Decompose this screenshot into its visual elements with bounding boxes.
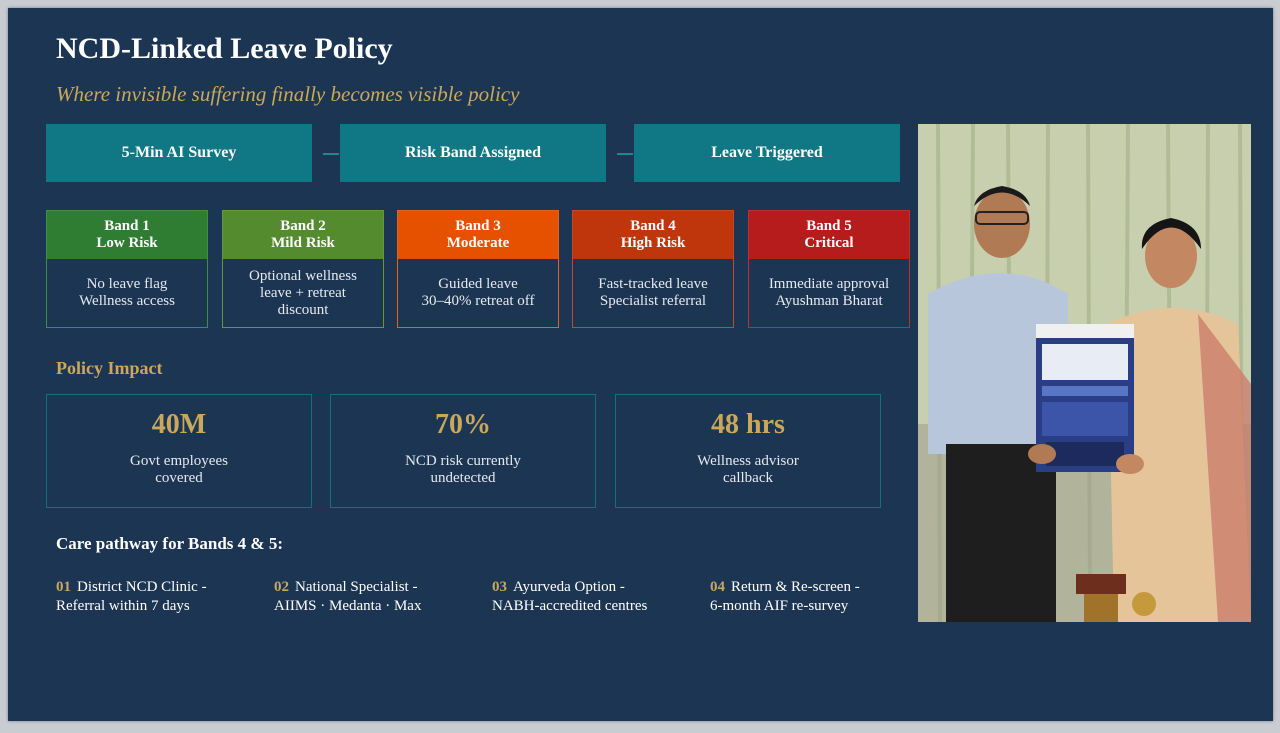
band-card-2: Band 2 Mild Risk Optional wellness leave… xyxy=(222,210,384,328)
care-pathway-heading: Care pathway for Bands 4 & 5: xyxy=(56,534,283,553)
band-description: Immediate approval Ayushman Bharat xyxy=(768,276,890,309)
flow-step-survey: 5-Min AI Survey xyxy=(46,124,312,182)
band-header: Band 5 Critical xyxy=(749,211,909,259)
band-level: Critical xyxy=(804,235,854,251)
stat-card-callback: 48 hrs Wellness advisor callback xyxy=(615,394,881,508)
band-title: Band 3 xyxy=(455,218,501,234)
band-header: Band 4 High Risk xyxy=(573,211,733,259)
care-step-3: 03 Ayurveda Option - NABH-accredited cent… xyxy=(492,579,648,614)
band-description: Guided leave 30–40% retreat off xyxy=(421,276,535,309)
care-step-number: 01 xyxy=(56,579,71,595)
stat-label: Govt employees covered xyxy=(130,453,228,486)
stat-card-ncd-risk: 70% NCD risk currently undetected xyxy=(330,394,596,508)
flow-step-leave-triggered: Leave Triggered xyxy=(634,124,900,182)
band-title: Band 4 xyxy=(630,218,676,234)
page-subtitle: Where invisible suffering finally become… xyxy=(56,82,520,106)
band-title: Band 5 xyxy=(806,218,852,234)
slide: NCD-Linked Leave Policy Where invisible … xyxy=(8,8,1273,721)
flow-connector xyxy=(323,153,339,155)
flow-step-risk-band: Risk Band Assigned xyxy=(340,124,606,182)
band-header: Band 2 Mild Risk xyxy=(223,211,383,259)
care-step-number: 03 xyxy=(492,579,507,595)
band-title: Band 1 xyxy=(104,218,150,234)
stat-label: NCD risk currently undetected xyxy=(405,453,521,486)
band-title: Band 2 xyxy=(280,218,326,234)
band-card-1: Band 1 Low Risk No leave flag Wellness a… xyxy=(46,210,208,328)
stat-label: Wellness advisor callback xyxy=(697,453,799,486)
policy-impact-heading: Policy Impact xyxy=(56,358,163,378)
event-photo xyxy=(918,124,1251,622)
care-step-1: 01 District NCD Clinic - Referral within … xyxy=(56,579,207,614)
band-card-4: Band 4 High Risk Fast-tracked leave Spec… xyxy=(572,210,734,328)
care-step-4: 04 Return & Re-screen - 6-month AIF re-su… xyxy=(710,579,860,614)
page-title: NCD-Linked Leave Policy xyxy=(56,32,393,65)
care-step-2: 02 National Specialist - AIIMS · Medanta … xyxy=(274,579,422,614)
stat-value: 70% xyxy=(435,409,491,440)
band-header: Band 3 Moderate xyxy=(398,211,558,259)
band-level: Mild Risk xyxy=(271,235,335,251)
band-level: Low Risk xyxy=(96,235,158,251)
band-level: Moderate xyxy=(446,235,510,251)
band-card-3: Band 3 Moderate Guided leave 30–40% retr… xyxy=(397,210,559,328)
band-level: High Risk xyxy=(620,235,686,251)
stat-value: 48 hrs xyxy=(711,409,785,440)
flow-connector xyxy=(617,153,633,155)
stat-value: 40M xyxy=(151,409,207,440)
care-step-number: 04 xyxy=(710,579,725,595)
stat-card-employees: 40M Govt employees covered xyxy=(46,394,312,508)
band-header: Band 1 Low Risk xyxy=(47,211,207,259)
care-step-number: 02 xyxy=(274,579,289,595)
band-description: Fast-tracked leave Specialist referral xyxy=(598,276,708,309)
band-description: Optional wellness leave + retreat discou… xyxy=(249,267,357,318)
band-card-5: Band 5 Critical Immediate approval Ayush… xyxy=(748,210,910,328)
band-description: No leave flag Wellness access xyxy=(79,276,175,309)
